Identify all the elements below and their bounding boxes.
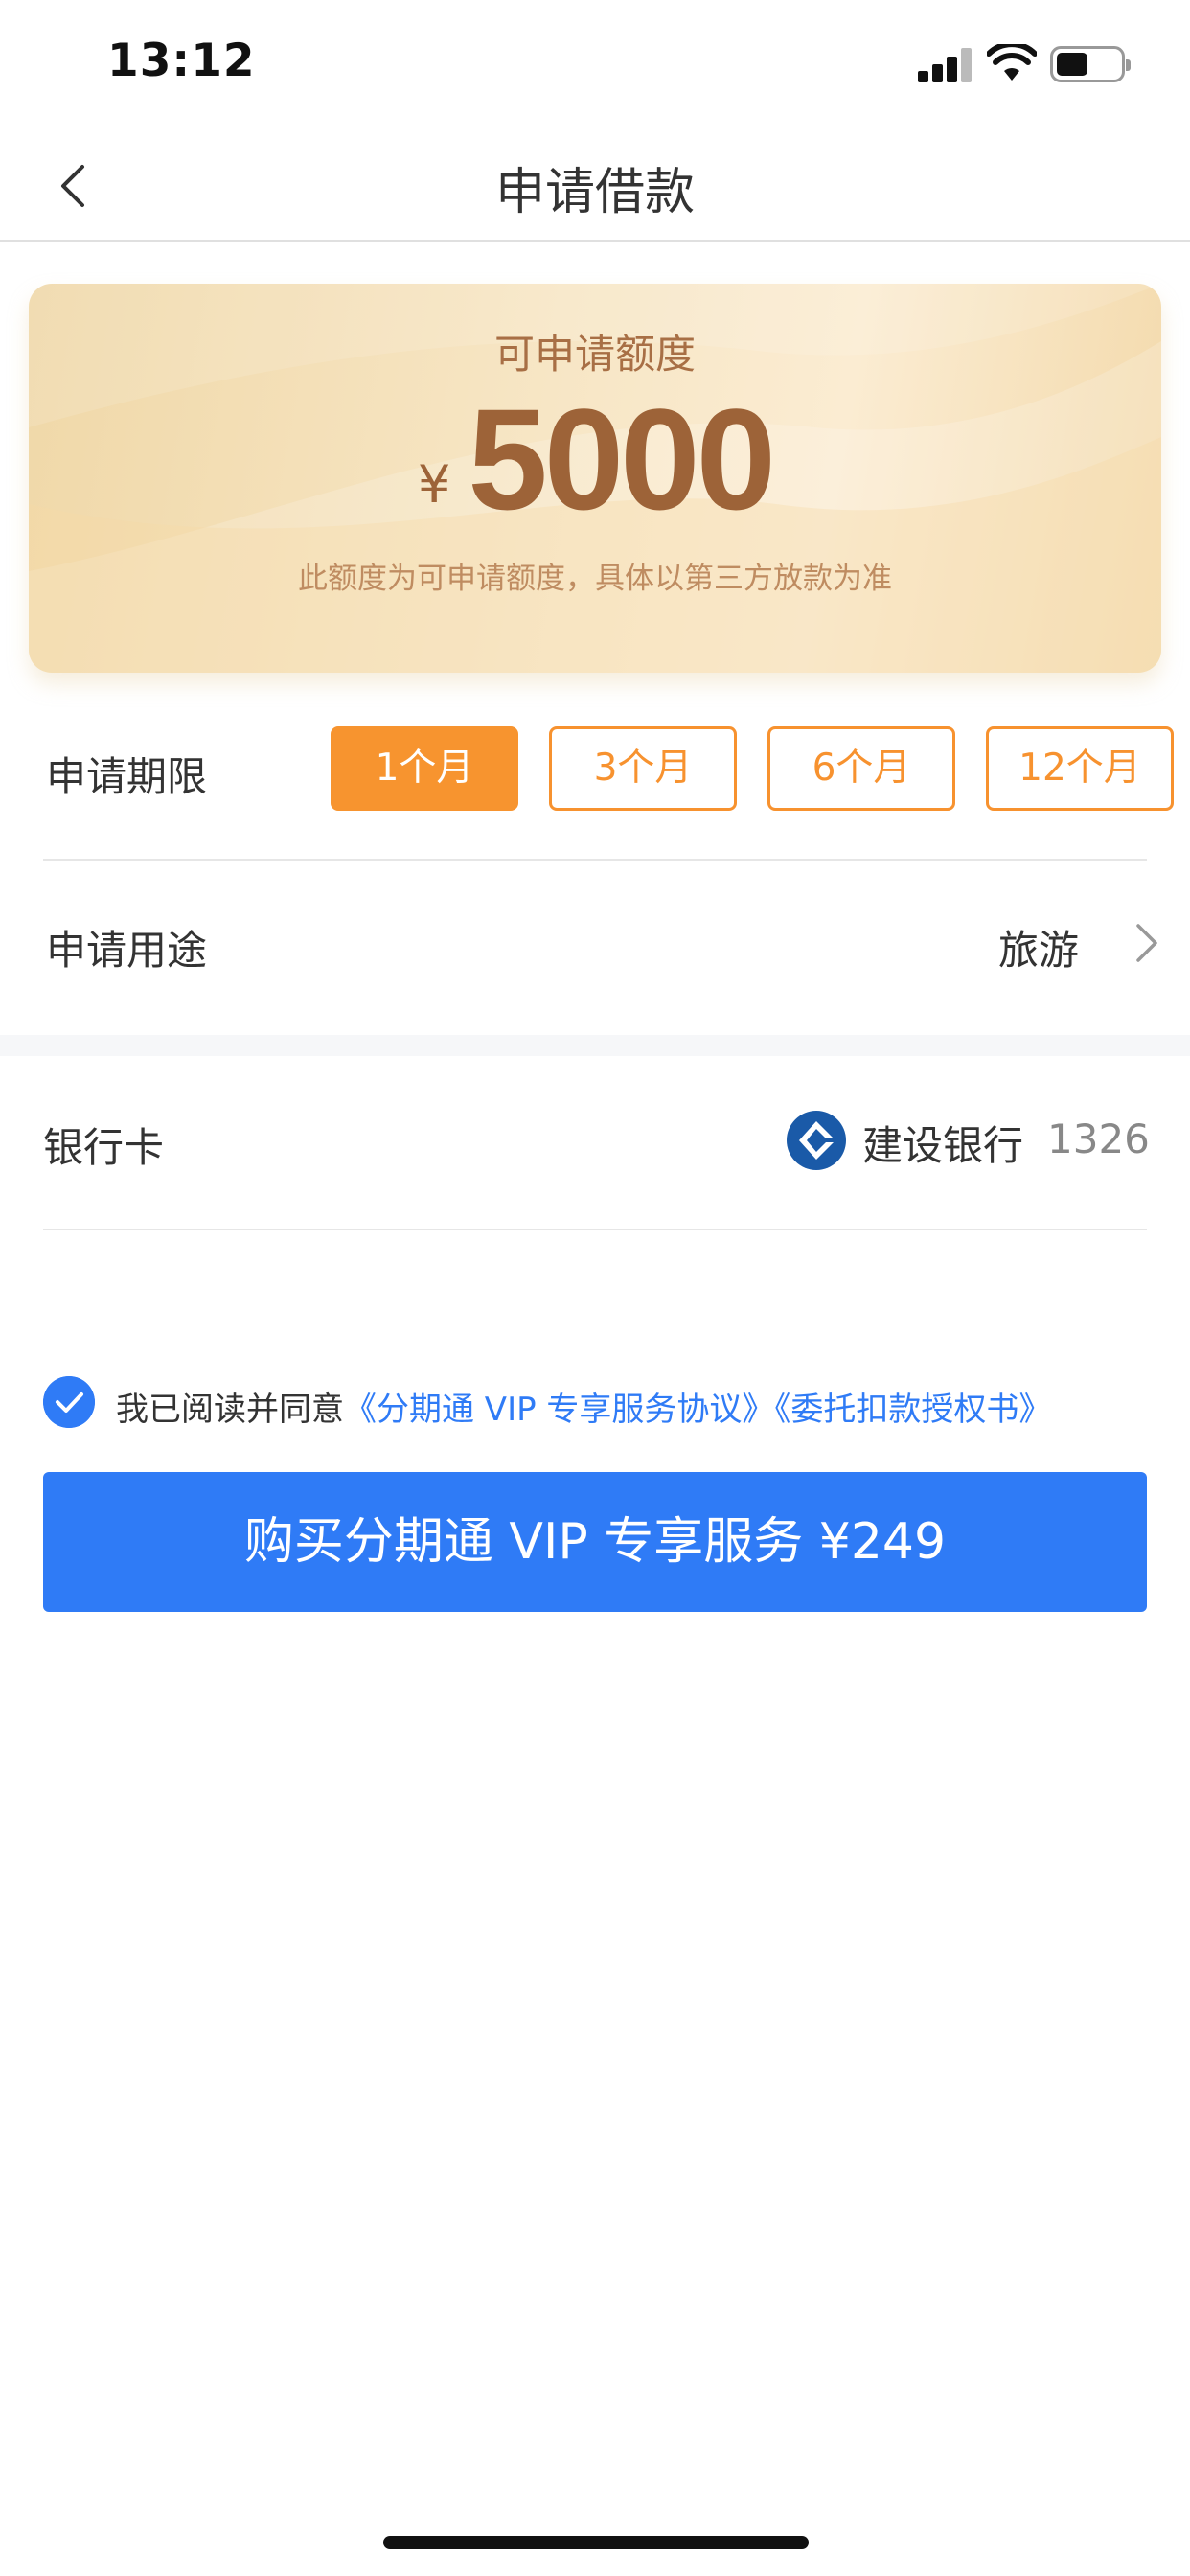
- home-indicator[interactable]: [383, 2536, 809, 2549]
- term-option-12-months[interactable]: 12个月: [986, 726, 1174, 811]
- term-option-6-months[interactable]: 6个月: [767, 726, 955, 811]
- purpose-label: 申请用途: [46, 927, 208, 974]
- battery-icon: [1050, 46, 1131, 82]
- agreement-prefix: 我已阅读并同意: [116, 1391, 344, 1429]
- purpose-value[interactable]: 旅游: [998, 918, 1079, 977]
- page-title: 申请借款: [494, 164, 695, 221]
- status-bar: 13:12: [0, 0, 1190, 126]
- section-separator: [0, 1035, 1190, 1056]
- quota-note: 此额度为可申请额度，具体以第三方放款为准: [298, 562, 892, 596]
- divider: [43, 859, 1147, 861]
- buy-vip-service-button[interactable]: 购买分期通 VIP 专享服务 ¥249: [43, 1472, 1147, 1612]
- agreement-text: 我已阅读并同意《分期通 VIP 专享服务协议》《委托扣款授权书》: [116, 1383, 1051, 1430]
- card-tail-number[interactable]: 1326: [1047, 1116, 1150, 1162]
- ccb-bank-logo-icon: [787, 1111, 846, 1170]
- currency-symbol: ¥: [417, 454, 451, 515]
- status-time: 13:12: [107, 34, 256, 87]
- term-option-3-months[interactable]: 3个月: [549, 726, 737, 811]
- vip-service-agreement-link[interactable]: 《分期通 VIP 专享服务协议》: [344, 1391, 774, 1429]
- term-option-1-month[interactable]: 1个月: [331, 726, 518, 811]
- wifi-icon: [987, 44, 1037, 80]
- term-label: 申请期限: [46, 753, 208, 800]
- debit-authorization-link[interactable]: 《委托扣款授权书》: [774, 1391, 1051, 1429]
- quota-amount: 5000: [468, 379, 776, 540]
- quota-amount-row: ¥5000: [29, 387, 1161, 531]
- cellular-signal-icon: [918, 48, 972, 82]
- bank-card-label: 银行卡: [43, 1124, 165, 1171]
- chevron-right-icon[interactable]: [1131, 920, 1163, 966]
- agreement-checkbox-checked-icon[interactable]: [43, 1376, 95, 1428]
- bank-name[interactable]: 建设银行: [862, 1114, 1023, 1172]
- nav-bar: 申请借款: [0, 126, 1190, 242]
- quota-label: 可申请额度: [493, 331, 696, 378]
- divider: [43, 1229, 1147, 1230]
- quota-card: 可申请额度 ¥5000 此额度为可申请额度，具体以第三方放款为准: [29, 284, 1161, 673]
